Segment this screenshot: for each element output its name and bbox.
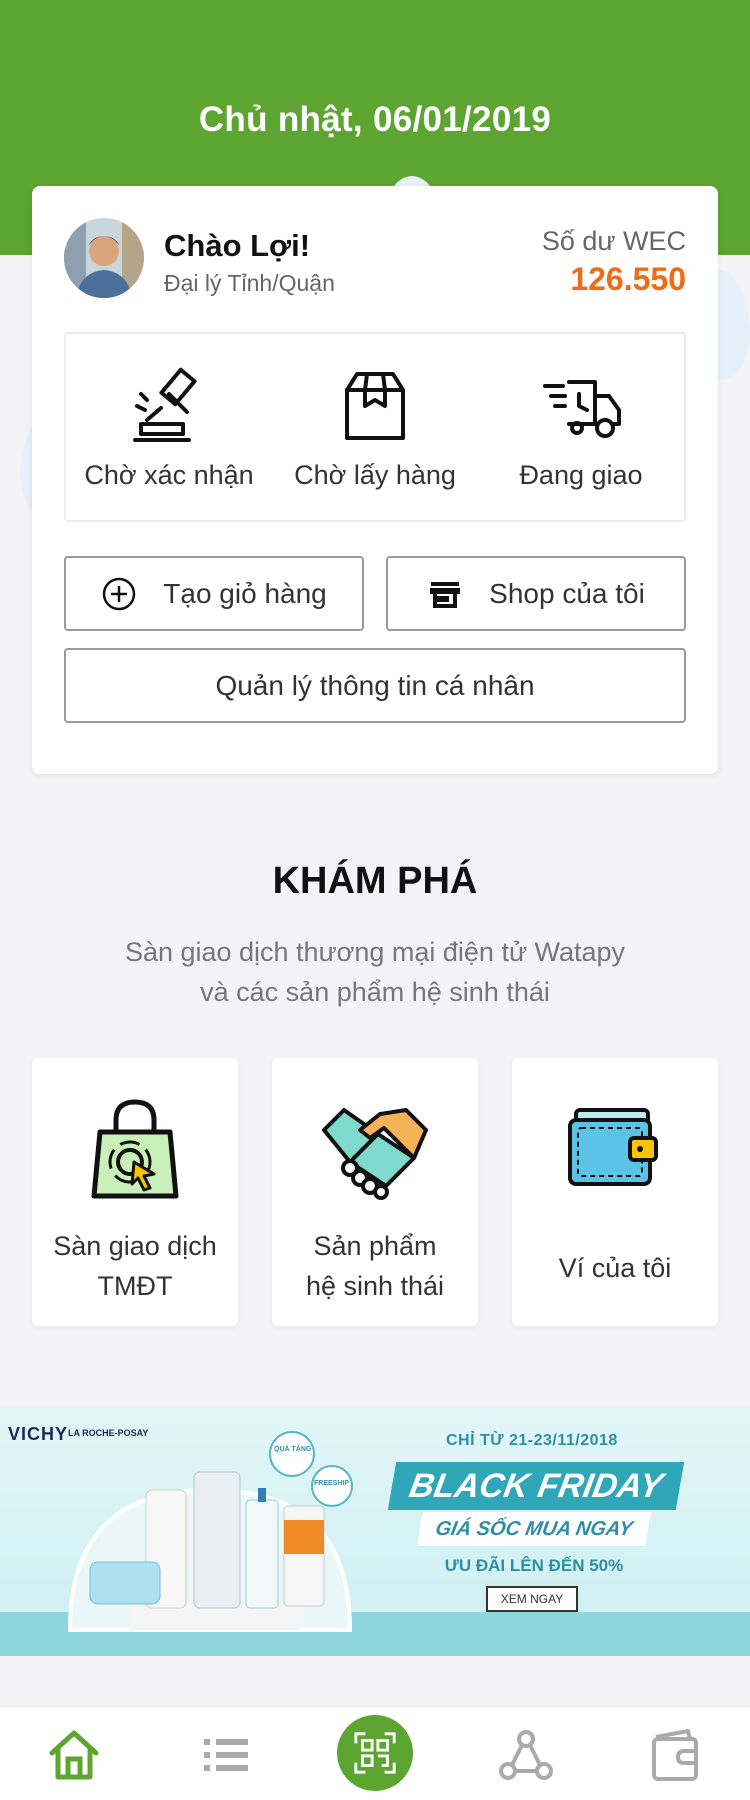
status-pending-confirm[interactable]: Chờ xác nhận [66,334,272,520]
gift-badge: QUÀ TẶNG [274,1446,312,1453]
status-label: Chờ xác nhận [84,460,254,490]
user-role: Đại lý Tỉnh/Quận [164,270,335,296]
box-icon [345,372,405,440]
store-icon [430,581,461,608]
gavel-icon [133,367,197,442]
banner-cta-button[interactable]: XEM NGAY [486,1586,578,1612]
banner-dates: CHỈ TỪ 21-23/11/2018 [446,1432,618,1449]
create-cart-button[interactable]: Tạo giỏ hàng [64,556,364,631]
tab-network[interactable] [496,1725,556,1785]
wallet-icon [652,1729,698,1781]
profile-card: Chào Lợi! Đại lý Tỉnh/Quận Số dư WEC 126… [32,186,718,774]
tab-scan[interactable] [337,1715,413,1791]
status-awaiting-pickup[interactable]: Chờ lấy hàng [272,334,478,520]
feature-marketplace[interactable]: Sàn giao dịch TMĐT [32,1058,238,1326]
avatar[interactable] [64,218,144,298]
feature-ecosystem[interactable]: Sản phẩm hệ sinh thái [272,1058,478,1326]
promo-banner[interactable]: VICHY LA ROCHE-POSAY QUÀ TẶNG FREESHIP C… [0,1406,750,1656]
qr-scan-icon [354,1732,396,1774]
feature-label: Sản phẩm [313,1231,437,1261]
explore-title: KHÁM PHÁ [272,860,478,902]
my-shop-button[interactable]: Shop của tôi [386,556,686,631]
order-status-box: Chờ xác nhận Chờ lấy hàng Đang giao [64,332,686,522]
status-label: Đang giao [519,460,643,490]
balance-label: Số dư WEC [541,226,686,256]
manage-profile-label: Quản lý thông tin cá nhân [215,669,535,701]
feature-label: hệ sinh thái [305,1271,445,1301]
explore-subtitle-line2: và các sản phẩm hệ sinh thái [200,977,550,1007]
wallet-icon [568,1108,658,1186]
page-date: Chủ nhật, 06/01/2019 [198,100,552,139]
bottom-tab-bar [0,1706,750,1800]
feature-label: Sàn giao dịch [53,1231,217,1261]
handshake-icon [322,1108,428,1200]
banner-offer: ƯU ĐÃI LÊN ĐẾN 50% [444,1556,624,1575]
tab-wallet[interactable] [646,1725,706,1785]
manage-profile-button[interactable]: Quản lý thông tin cá nhân [64,648,686,723]
shopping-bag-icon [91,1099,179,1199]
balance-value: 126.550 [570,261,686,297]
plus-circle-icon [103,577,136,610]
explore-subtitle-line1: Sàn giao dịch thương mại điện tử Watapy [124,937,626,967]
my-shop-label: Shop của tôi [489,577,645,609]
home-icon [49,1730,99,1780]
tab-list[interactable] [196,1725,256,1785]
vichy-logo: VICHY [8,1424,69,1444]
delivery-truck-icon [543,380,621,438]
network-icon [499,1730,553,1780]
greeting: Chào Lợi! [164,228,311,263]
banner-subtitle: GIÁ SỐC MUA NGAY [417,1512,651,1546]
feature-label: Ví của tôi [558,1253,672,1283]
product-display-illustration [67,1431,353,1632]
feature-label: TMĐT [97,1271,173,1301]
freeship-badge: FREESHIP [314,1480,350,1487]
feature-my-wallet[interactable]: Ví của tôi [512,1058,718,1326]
list-icon [204,1739,248,1771]
tab-home[interactable] [44,1725,104,1785]
create-cart-label: Tạo giỏ hàng [163,577,327,609]
explore-subtitle: Sàn giao dịch thương mại điện tử Watapy … [0,932,750,1012]
status-label: Chờ lấy hàng [294,460,456,490]
status-delivering[interactable]: Đang giao [478,334,684,520]
banner-title: BLACK FRIDAY [387,1462,685,1510]
